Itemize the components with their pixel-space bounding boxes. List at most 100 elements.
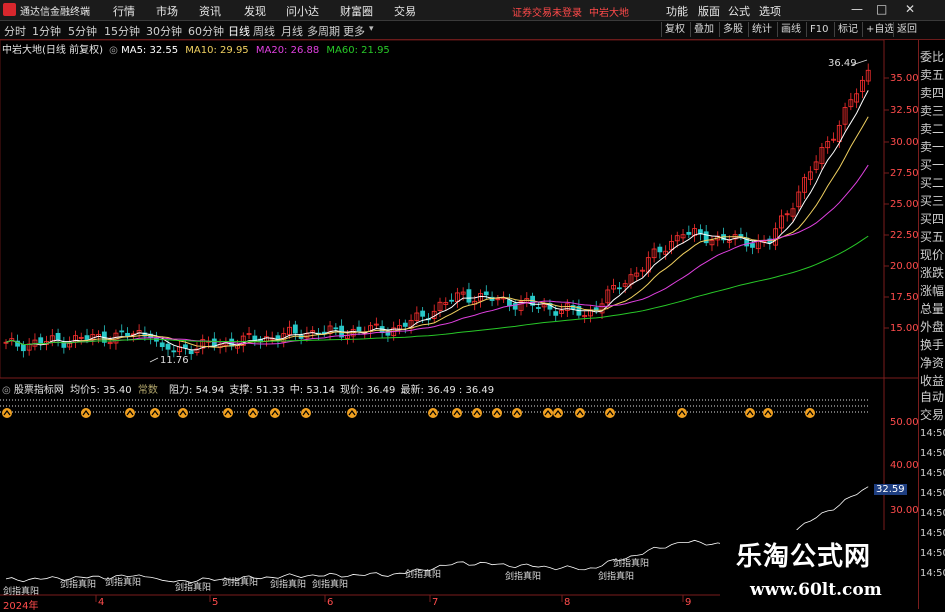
signal-label: 剑指真阳 [613,559,650,569]
ma20-line [5,164,869,345]
quote-panel-item[interactable]: 交易 [920,406,944,423]
candle-body [507,299,512,307]
menu-item-ask[interactable]: 问小达 [286,3,319,19]
signal-marker-icon [605,408,615,418]
current-price-value: 现价: 36.49 [340,385,396,396]
tab-5min[interactable]: 5分钟 [68,23,97,39]
quote-panel-item: 14:50 [920,508,945,519]
signal-label: 剑指真阳 [505,572,542,582]
signal-marker-icon [223,408,233,418]
signal-marker-icon [677,408,687,418]
menu-item-wealth[interactable]: 财富圈 [340,3,373,19]
menu-item-discover[interactable]: 发现 [244,3,266,19]
indicator-name[interactable]: 股票指标网 [14,385,64,396]
quote-panel-item: 买五 [920,230,945,244]
chart-header: 中岩大地(日线 前复权) ◎ MA5: 32.55 MA10: 29.95 MA… [2,41,390,56]
ma10-legend: MA10: 29.95 [185,45,249,56]
minimize-icon[interactable]: — [851,2,863,16]
signal-marker-icon [2,408,12,418]
tab-more[interactable]: 更多 [343,23,365,39]
menu-bar: 通达信金融终端 行情 市场 资讯 发现 问小达 财富圈 交易 证券交易未登录 中… [0,0,945,21]
indicator-settings-icon[interactable]: ◎ [2,385,11,396]
quote-panel-item: 14:50 [920,488,945,499]
watermark-title: 乐淘公式网 [736,542,872,572]
quote-panel-item: 卖一 [920,140,945,154]
candle-body [333,327,339,330]
date-tick: 6 [327,597,334,608]
kline-chart[interactable] [0,40,918,609]
tab-weekly[interactable]: 周线 [253,23,275,39]
candle-body [38,337,44,344]
candle-body [738,234,744,237]
tab-monthly[interactable]: 月线 [281,23,303,39]
price-tick: 22.50 [890,230,919,241]
signal-marker-icon [763,408,773,418]
signal-marker-icon [178,408,188,418]
quote-panel-item: 外盘 [920,320,945,334]
last-value: : 36.49 [458,385,495,396]
candle-body [20,344,26,352]
candle-body [292,324,298,334]
menu-item-news[interactable]: 资讯 [199,3,221,19]
signal-label: 剑指真阳 [270,580,307,590]
menu-item-trade[interactable]: 交易 [394,3,416,19]
button-back[interactable]: 返回 [893,22,920,37]
button-mark[interactable]: 标记 [834,22,861,37]
date-tick: 4 [98,597,105,608]
quote-panel-item: 买三 [920,194,945,208]
high-price-label: 36.49 [828,58,857,69]
tab-15min[interactable]: 15分钟 [104,23,140,39]
signal-marker-icon [150,408,160,418]
quote-panel-item: 卖二 [920,122,945,136]
tab-intraday[interactable]: 分时 [4,23,26,39]
candle-body [119,330,125,333]
tab-1min[interactable]: 1分钟 [32,23,61,39]
signal-marker-icon [248,408,258,418]
signal-label: 剑指真阳 [60,580,97,590]
tab-60min[interactable]: 60分钟 [188,23,224,39]
price-tick: 30.00 [890,137,919,148]
button-multi-stock[interactable]: 多股 [719,22,746,37]
signal-marker-icon [492,408,502,418]
menu-item-market[interactable]: 行情 [113,3,135,19]
avg-price-value: 均价5: 35.40 [70,385,132,396]
tab-daily[interactable]: 日线 [228,23,250,39]
tab-multi[interactable]: 多周期 [307,23,340,39]
button-overlay[interactable]: 叠加 [690,22,717,37]
login-warning[interactable]: 证券交易未登录 [512,4,582,19]
settings-icon[interactable]: ◎ [109,45,118,56]
candle-body [171,350,177,353]
candle-body [553,311,559,316]
date-tick: 8 [564,597,571,608]
period-tab-bar: 分时 1分钟 5分钟 15分钟 30分钟 60分钟 日线 周线 月线 多周期 更… [0,21,945,40]
signal-label: 剑指真阳 [312,580,349,590]
menu-item-layout[interactable]: 版面 [698,3,720,19]
chart-title: 中岩大地(日线 前复权) [2,45,103,56]
menu-item-function[interactable]: 功能 [666,3,688,19]
maximize-icon[interactable]: □ [876,2,887,16]
button-draw[interactable]: 画线 [777,22,804,37]
menu-item-options[interactable]: 选项 [759,3,781,19]
quote-panel-item: 现价 [920,248,945,262]
signal-label: 剑指真阳 [405,570,442,580]
date-tick: 2024年 [3,601,39,612]
middle-value: 中: 53.14 [289,385,335,396]
close-icon[interactable]: ✕ [905,2,915,16]
menu-item-formula[interactable]: 公式 [728,3,750,19]
quote-panel-item[interactable]: 自动 [920,388,944,405]
candle-body [125,332,130,337]
more-chevron-icon[interactable]: ▾ [369,24,374,34]
quote-panel-item: 14:50 [920,548,945,559]
app-title: 通达信金融终端 [20,7,90,18]
ma10-line [5,116,869,348]
candle-body [159,342,165,348]
candle-body [449,299,454,302]
button-f10[interactable]: F10 [806,22,831,37]
tab-30min[interactable]: 30分钟 [146,23,182,39]
menu-item-markets[interactable]: 市场 [156,3,178,19]
button-stats[interactable]: 统计 [748,22,775,37]
button-adjust[interactable]: 复权 [661,22,688,37]
price-tick: 17.50 [890,292,919,303]
quote-panel-item: 总量 [920,302,945,316]
signal-marker-icon [428,408,438,418]
